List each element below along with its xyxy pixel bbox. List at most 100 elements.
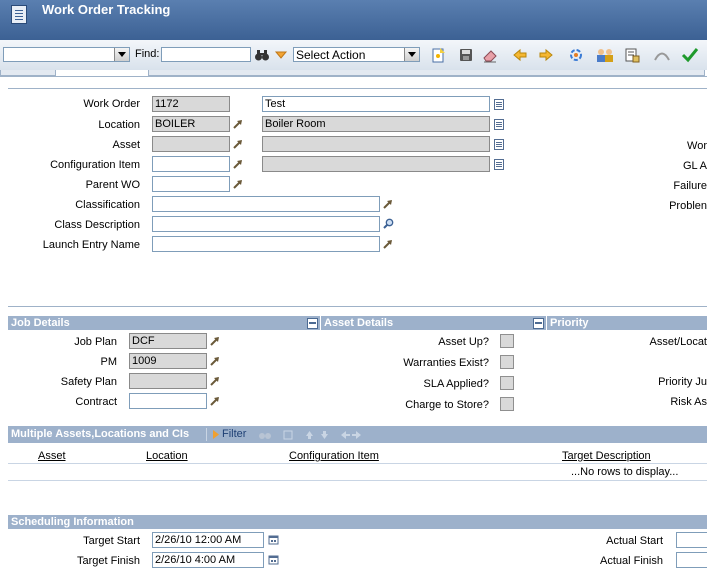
- sla-applied-checkbox[interactable]: [500, 376, 514, 390]
- location-description-field[interactable]: Boiler Room: [262, 116, 490, 132]
- asset-label: Asset: [112, 139, 140, 151]
- actual-start-label: Actual Start: [606, 535, 663, 547]
- location-field[interactable]: BOILER: [152, 116, 230, 132]
- calendar-icon[interactable]: [268, 554, 279, 565]
- target-start-field[interactable]: 2/26/10 12:00 AM: [152, 532, 264, 548]
- work-order-description-field[interactable]: Test: [262, 96, 490, 112]
- go-to-arrow-icon[interactable]: [233, 159, 243, 169]
- select-action-dropdown[interactable]: Select Action: [293, 47, 420, 62]
- column-header-target-description[interactable]: Target Description: [562, 450, 651, 462]
- job-plan-field[interactable]: DCF: [129, 333, 207, 349]
- launch-entry-label: Launch Entry Name: [42, 239, 140, 251]
- config-item-label: Configuration Item: [50, 159, 140, 171]
- divider: [8, 306, 707, 307]
- filter-arrow-icon: [213, 430, 219, 439]
- asset-up-label: Asset Up?: [438, 336, 489, 348]
- eraser-icon[interactable]: [482, 47, 498, 63]
- go-to-arrow-icon[interactable]: [233, 119, 243, 129]
- magnifier-icon[interactable]: [383, 218, 394, 229]
- check-icon[interactable]: [681, 47, 699, 63]
- safety-plan-field[interactable]: [129, 373, 207, 389]
- binoculars-icon[interactable]: [254, 47, 270, 63]
- asset-location-priority-label: Asset/Locat: [649, 336, 707, 348]
- scheduling-title: Scheduling Information: [11, 516, 134, 528]
- sla-applied-label: SLA Applied?: [423, 378, 489, 390]
- go-to-arrow-icon[interactable]: [210, 396, 220, 406]
- go-to-arrow-icon[interactable]: [210, 336, 220, 346]
- asset-up-checkbox[interactable]: [500, 334, 514, 348]
- find-input[interactable]: [161, 47, 251, 62]
- pm-label: PM: [100, 356, 118, 368]
- collapse-icon[interactable]: [307, 318, 318, 329]
- config-item-description-field[interactable]: [262, 156, 490, 172]
- work-order-label: Work Order: [83, 98, 140, 110]
- priority-justification-label: Priority Ju: [658, 376, 707, 388]
- go-to-arrow-icon[interactable]: [210, 376, 220, 386]
- classification-field[interactable]: [152, 196, 380, 212]
- risk-assessment-label: Risk As: [670, 396, 707, 408]
- charge-to-store-checkbox[interactable]: [500, 397, 514, 411]
- warranties-exist-checkbox[interactable]: [500, 355, 514, 369]
- parent-wo-field[interactable]: [152, 176, 230, 192]
- class-description-field[interactable]: [152, 216, 380, 232]
- report-icon[interactable]: [624, 47, 640, 63]
- people-icon[interactable]: [595, 47, 615, 63]
- target-start-label: Target Start: [83, 535, 140, 547]
- target-finish-field[interactable]: 2/26/10 4:00 AM: [152, 552, 264, 568]
- next-record-icon[interactable]: [538, 47, 554, 63]
- find-label: Find:: [135, 48, 160, 60]
- long-description-icon[interactable]: [494, 139, 504, 150]
- launch-entry-field[interactable]: [152, 236, 380, 252]
- long-description-icon[interactable]: [494, 159, 504, 170]
- asset-field[interactable]: [152, 136, 230, 152]
- pm-field[interactable]: 1009: [129, 353, 207, 369]
- config-item-field[interactable]: [152, 156, 230, 172]
- column-header-asset[interactable]: Asset: [38, 450, 66, 462]
- previous-record-icon[interactable]: [512, 47, 528, 63]
- column-header-configuration-item[interactable]: Configuration Item: [289, 450, 379, 462]
- go-to-arrow-icon[interactable]: [233, 179, 243, 189]
- binoculars-icon[interactable]: [258, 429, 272, 440]
- column-header-location[interactable]: Location: [146, 450, 188, 462]
- long-description-icon[interactable]: [494, 99, 504, 110]
- right-label-2: GL A: [682, 160, 707, 172]
- calendar-icon[interactable]: [268, 534, 279, 545]
- target-finish-label: Target Finish: [77, 555, 140, 567]
- tab-list[interactable]: [0, 70, 56, 76]
- divider: [206, 428, 207, 441]
- filter-link[interactable]: Filter: [222, 428, 246, 440]
- right-label-4: Problen: [669, 200, 707, 212]
- new-record-icon[interactable]: [430, 47, 446, 63]
- route-workflow-icon[interactable]: [652, 47, 672, 63]
- priority-header: Priority: [547, 316, 707, 330]
- go-to-arrow-icon[interactable]: [383, 199, 393, 209]
- right-label-3: Failure: [673, 180, 707, 192]
- query-select[interactable]: [3, 47, 130, 62]
- arrow-up-icon[interactable]: [305, 430, 314, 440]
- work-order-field[interactable]: 1172: [152, 96, 230, 112]
- long-description-icon[interactable]: [494, 119, 504, 130]
- asset-description-field[interactable]: [262, 136, 490, 152]
- arrow-down-icon[interactable]: [320, 430, 329, 440]
- app-title: Work Order Tracking: [42, 2, 171, 17]
- go-to-arrow-icon[interactable]: [233, 139, 243, 149]
- actual-start-field[interactable]: [676, 532, 707, 548]
- clear-filter-icon[interactable]: [283, 430, 293, 440]
- go-to-arrow-icon[interactable]: [383, 239, 393, 249]
- job-details-title: Job Details: [11, 317, 70, 329]
- previous-next-page-icon[interactable]: [340, 430, 362, 440]
- scheduling-header: Scheduling Information: [8, 515, 707, 529]
- collapse-icon[interactable]: [533, 318, 544, 329]
- empty-table-message: ...No rows to display...: [571, 466, 679, 478]
- tab-other[interactable]: [148, 70, 705, 76]
- dropdown-triangle-icon[interactable]: [274, 47, 288, 63]
- actual-finish-label: Actual Finish: [600, 555, 663, 567]
- contract-field[interactable]: [129, 393, 207, 409]
- actual-finish-field[interactable]: [676, 552, 707, 568]
- refresh-cycle-icon[interactable]: [568, 47, 584, 63]
- go-to-arrow-icon[interactable]: [210, 356, 220, 366]
- save-icon[interactable]: [458, 47, 474, 63]
- divider: [8, 480, 707, 481]
- parent-wo-label: Parent WO: [85, 179, 140, 191]
- job-plan-label: Job Plan: [74, 336, 117, 348]
